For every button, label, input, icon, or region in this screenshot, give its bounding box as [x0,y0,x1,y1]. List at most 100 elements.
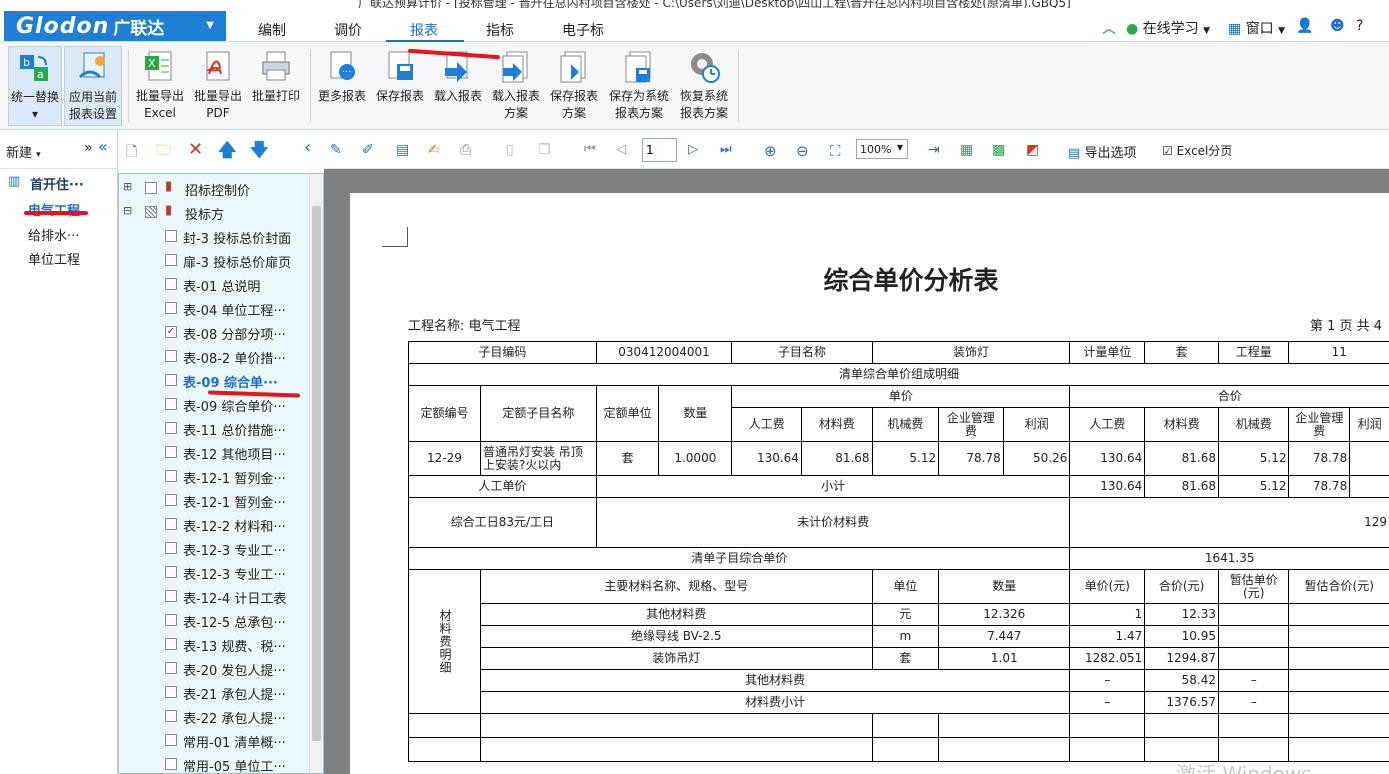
tree-checkbox[interactable] [165,686,177,698]
export-excel-icon[interactable]: ▦ [960,142,976,158]
online-learning-button[interactable]: ● 在线学习 ▼ [1126,18,1210,38]
fit-page-icon[interactable]: ⛶ [830,142,846,160]
more-reports-button[interactable]: ··· 更多报表 [314,46,370,126]
copy-icon[interactable]: ▯ [506,142,522,158]
tree-checkbox[interactable] [165,278,177,290]
app-menu-button[interactable]: Glodon 广联达 ▼ [4,11,226,41]
nav-item-electrical[interactable]: 电气工程 [28,200,80,219]
tab-zhibiao[interactable]: 指标 [486,20,514,40]
tree-checkbox[interactable] [165,230,177,242]
tree-item[interactable]: 表-08-2 单价措··· [119,344,309,368]
tree-checkbox[interactable] [165,614,177,626]
new-report-icon[interactable]: 🗋 [126,141,142,160]
paste-icon[interactable]: ❐ [538,142,554,158]
nav-root-project[interactable]: 首开住··· [30,174,84,193]
tree-item[interactable]: 表-22 承包人提··· [119,704,309,728]
load-report-button[interactable]: 载入报表 [430,46,486,126]
export-sheet-icon[interactable]: ▩ [992,142,1008,158]
next-page-icon[interactable]: ▷ [688,142,704,158]
batch-export-excel-button[interactable]: X 批量导出 Excel [132,46,188,126]
tree-checkbox[interactable] [165,710,177,722]
tree-item[interactable]: 表-04 单位工程··· [119,296,309,320]
tree-item[interactable]: 表-11 总价措施··· [119,416,309,440]
tab-baobiao[interactable]: 报表 [410,20,438,40]
zoom-select[interactable]: 100% ▼ [856,139,908,159]
tree-checkbox[interactable] [165,758,177,770]
excel-paging-checkbox[interactable]: ☑ Excel分页 [1162,142,1232,159]
edit-doc-icon[interactable]: ✍ [428,142,444,158]
page-number-input[interactable] [642,138,677,162]
save-system-scheme-button[interactable]: 保存为系统 报表方案 [606,46,672,126]
tab-dianzibiao[interactable]: 电子标 [562,20,604,40]
tree-checkbox[interactable] [165,398,177,410]
move-down-icon[interactable]: 🡇 [250,138,269,161]
service-icon[interactable]: ☻ [1330,18,1345,34]
apply-report-settings-button[interactable]: 应用当前 报表设置 [64,46,122,126]
tree-item[interactable]: 扉-3 投标总价扉页 [119,248,309,272]
tree-item[interactable]: 表-09 综合单··· [119,368,309,392]
tree-group-tbf[interactable]: ⊟ ▮ 投标方 [119,200,309,224]
export-icon[interactable]: ⇥ [928,142,944,158]
edit-report-icon[interactable]: ✎ [330,142,346,158]
expand-plus-icon[interactable]: ⊞ [123,180,132,193]
tree-checkbox[interactable] [165,494,177,506]
tree-checkbox[interactable] [165,518,177,530]
tree-item[interactable]: 表-12-1 暂列金··· [119,488,309,512]
collapse-minus-icon[interactable]: ⊟ [123,204,132,217]
tree-item[interactable]: 表-01 总说明 [119,272,309,296]
tree-item[interactable]: 表-20 发包人提··· [119,656,309,680]
tree-item[interactable]: 常用-05 单位工··· [119,752,309,773]
tree-item[interactable]: 表-12-2 材料和··· [119,512,309,536]
save-report-button[interactable]: 保存报表 [372,46,428,126]
prev-page-icon[interactable]: ◁ [616,142,632,158]
save-report-scheme-button[interactable]: 保存报表 方案 [546,46,602,126]
chevron-up-icon[interactable]: ︿ [1102,18,1116,38]
tree-item[interactable]: 表-13 规费、税··· [119,632,309,656]
tree-checkbox[interactable] [165,590,177,602]
page-setup-icon[interactable]: ▤ [396,142,412,158]
tree-checkbox[interactable]: ✓ [165,326,177,338]
nav-item-plumbing[interactable]: 给排水··· [28,225,79,244]
tree-checkbox[interactable] [165,470,177,482]
zoom-in-icon[interactable]: ⊕ [764,142,780,160]
batch-export-pdf-button[interactable]: 批量导出 PDF [190,46,246,126]
tree-item[interactable]: 封-3 投标总价封面 [119,224,309,248]
tree-item[interactable]: 表-12-3 专业工··· [119,560,309,584]
delete-icon[interactable]: ✕ [188,139,204,160]
tree-group-zbkzj[interactable]: ⊞ ▮ 招标控制价 [119,176,309,200]
collapse-list-icon[interactable]: ‹ [304,137,320,158]
tree-checkbox[interactable] [165,302,177,314]
design-icon[interactable]: ✐ [362,142,378,158]
tree-item[interactable]: 表-12-5 总承包··· [119,608,309,632]
tab-bianzhi[interactable]: 编制 [258,20,286,40]
tree-item[interactable]: ✓ 表-08 分部分项··· [119,320,309,344]
expand-icon[interactable]: » [84,140,93,156]
user-icon[interactable]: 👤 [1296,18,1313,34]
tree-item[interactable]: 表-12-1 暂列金··· [119,464,309,488]
move-up-icon[interactable]: 🡅 [218,138,237,161]
window-menu-button[interactable]: ▦ 窗口 ▼ [1228,18,1285,38]
last-page-icon[interactable]: ⏭ [720,142,736,158]
tree-checkbox[interactable] [145,182,157,194]
tree-item[interactable]: 表-12-4 计日工表 [119,584,309,608]
zoom-out-icon[interactable]: ⊖ [796,142,812,160]
new-button[interactable]: 新建 ▾ [6,142,41,161]
tree-checkbox[interactable] [165,734,177,746]
nav-item-unit-project[interactable]: 单位工程 [28,249,80,268]
tree-scrollbar[interactable] [309,174,323,773]
tree-checkbox[interactable] [165,566,177,578]
tree-checkbox[interactable] [165,374,177,386]
tree-item[interactable]: 表-21 承包人提··· [119,680,309,704]
tree-item[interactable]: 表-12 其他项目··· [119,440,309,464]
tree-checkbox[interactable] [165,254,177,266]
scrollbar-thumb[interactable] [312,206,321,741]
collapse-panel-icon[interactable]: « [98,137,108,156]
tree-checkbox[interactable] [165,422,177,434]
tree-item[interactable]: 常用-01 清单概··· [119,728,309,752]
help-button[interactable]: ? [1356,18,1363,34]
tree-item[interactable]: 表-12-3 专业工··· [119,536,309,560]
tree-checkbox[interactable] [165,542,177,554]
tree-checkbox[interactable] [165,662,177,674]
tab-tiaojia[interactable]: 调价 [334,20,362,40]
print-preview-icon[interactable]: ⎙ [460,142,476,158]
